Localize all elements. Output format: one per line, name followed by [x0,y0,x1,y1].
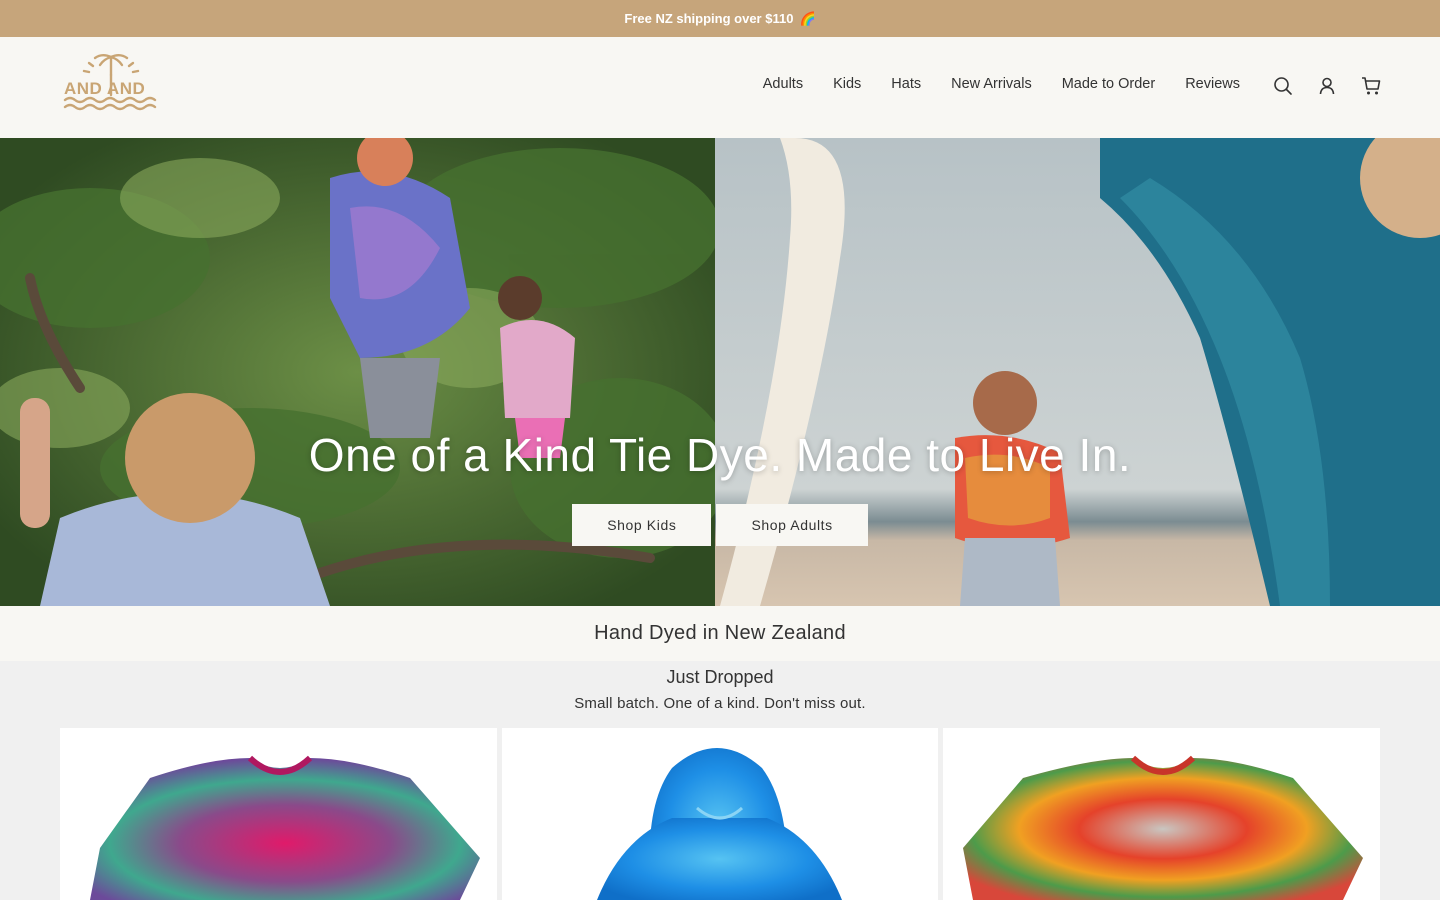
collection-subtitle: Small batch. One of a kind. Don't miss o… [574,695,866,712]
shop-kids-button[interactable]: Shop Kids [572,504,712,546]
nav-item-reviews[interactable]: Reviews [1185,76,1240,92]
rainbow-emoji: 🌈 [799,10,816,26]
brand-logo[interactable]: AND AND [62,51,160,113]
hero-title: One of a Kind Tie Dye. Made to Live In. [308,429,1132,481]
announcement-text: Free NZ shipping over $110 [624,11,794,26]
product-card[interactable] [943,728,1381,900]
nav-item-hats[interactable]: Hats [891,76,921,92]
product-image-hoodie-blue [596,748,842,900]
nav-item-made-to-order[interactable]: Made to Order [1062,76,1156,92]
search-icon[interactable] [1272,75,1294,97]
hero-buttons: Shop Kids Shop Adults [0,504,1440,546]
header-icons [1272,75,1382,97]
product-card[interactable] [60,728,497,900]
and-and-logo-graphic: AND AND [63,54,157,111]
svg-text:AND AND: AND AND [64,79,145,98]
collection-title: Just Dropped [666,667,774,687]
product-image-tee-rainbow [963,755,1364,900]
nav-item-kids[interactable]: Kids [833,76,861,92]
shop-adults-button[interactable]: Shop Adults [716,504,868,546]
site-header: AND AND Adults Kids Hats New Arrivals Ma… [0,37,1440,138]
cart-icon[interactable] [1360,75,1382,97]
hero-banner: One of a Kind Tie Dye. Made to Live In. … [0,138,1440,606]
announcement-bar: Free NZ shipping over $110 🌈 [0,0,1440,37]
main-nav: Adults Kids Hats New Arrivals Made to Or… [763,76,1240,92]
hand-dyed-strip: Hand Dyed in New Zealand [0,606,1440,661]
nav-item-adults[interactable]: Adults [763,76,803,92]
nav-item-new-arrivals[interactable]: New Arrivals [951,76,1032,92]
product-grid [60,728,1381,900]
product-image-tee-pink [90,755,480,900]
product-card[interactable] [501,728,939,900]
account-icon[interactable] [1316,75,1338,97]
